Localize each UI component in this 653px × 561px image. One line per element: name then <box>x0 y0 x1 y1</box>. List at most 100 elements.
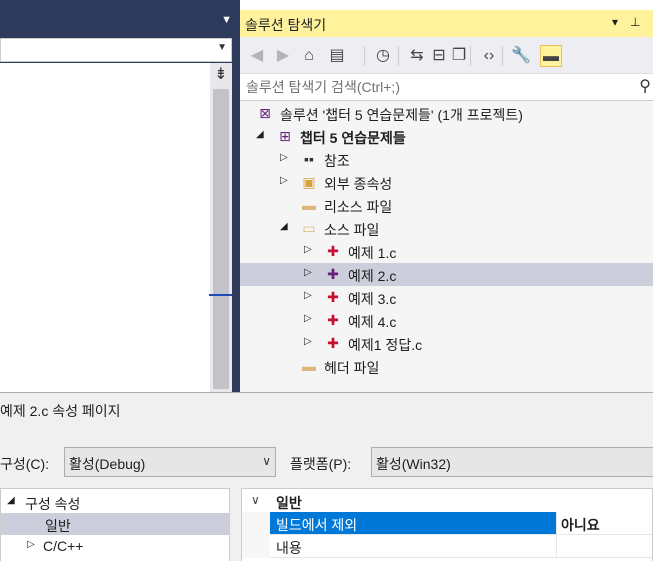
tree-item-label: 솔루션 '챕터 5 연습문제들' (1개 프로젝트) <box>280 107 523 123</box>
c-file-excluded-icon: ✚ <box>327 335 339 351</box>
search-icon[interactable]: ⚲ <box>639 76 651 96</box>
dialog-title: 예제 2.c 속성 페이지 <box>0 403 121 419</box>
tree-item-label: C/C++ <box>43 538 84 554</box>
property-name: 내용 <box>270 535 556 558</box>
show-all-files-icon[interactable]: ❐ <box>448 45 470 67</box>
tree-item[interactable]: ▷ ✚ 예제 4.c <box>240 309 653 332</box>
tree-item-label: 외부 종속성 <box>324 176 393 192</box>
toolbar-separator <box>398 46 399 66</box>
collapsed-triangle-icon[interactable]: ▷ <box>304 244 312 255</box>
tree-item[interactable]: ▷ ✚ 예제1 정답.c <box>240 332 653 355</box>
collapse-all-icon[interactable]: ⊟ <box>428 45 450 67</box>
switch-views-icon[interactable]: ▤ <box>326 45 348 67</box>
tree-item-label: 구성 속성 <box>25 496 81 512</box>
c-file-excluded-icon: ✚ <box>327 312 339 328</box>
property-category-tree: ◢ 구성 속성 일반 ▷ C/C++ <box>0 488 230 561</box>
configuration-label: 구성(C): <box>0 456 50 472</box>
collapsed-triangle-icon[interactable]: ▷ <box>280 152 288 163</box>
forward-icon[interactable]: ▶ <box>272 45 294 67</box>
configuration-select[interactable]: 활성(Debug) ∨ <box>64 447 276 477</box>
platform-select[interactable]: 활성(Win32) <box>371 447 653 477</box>
expanded-triangle-icon[interactable]: ◢ <box>7 495 15 506</box>
collapsed-triangle-icon[interactable]: ▷ <box>304 290 312 301</box>
collapsed-triangle-icon[interactable]: ▷ <box>27 539 35 550</box>
chevron-down-icon[interactable]: ∨ <box>251 493 260 507</box>
pane-divider[interactable] <box>232 0 240 392</box>
history-icon[interactable]: ◷ <box>372 45 394 67</box>
tree-item-general[interactable]: 일반 <box>1 513 229 535</box>
solution-explorer-toolbar: ◀ ▶ ⌂ ▤ ◷ ⇆ ⊟ ❐ ‹› 🔧 ▬ <box>240 37 653 74</box>
property-row-exclude-from-build[interactable]: 빌드에서 제외 아니요 <box>242 512 652 535</box>
property-row-content[interactable]: 내용 <box>242 535 652 558</box>
row-gutter <box>242 512 270 535</box>
c-file-icon: ✚ <box>327 266 339 282</box>
chevron-down-icon[interactable]: ▼ <box>217 42 227 53</box>
expanded-triangle-icon[interactable]: ◢ <box>280 221 288 232</box>
toolbar-separator <box>502 46 503 66</box>
tree-item[interactable]: ⊠ 솔루션 '챕터 5 연습문제들' (1개 프로젝트) <box>240 102 653 125</box>
toolbar-separator <box>364 46 365 66</box>
collapsed-triangle-icon[interactable]: ▷ <box>280 175 288 186</box>
tree-item-label: 예제 3.c <box>348 291 397 307</box>
expanded-triangle-icon[interactable]: ◢ <box>256 129 264 140</box>
collapsed-triangle-icon[interactable]: ▷ <box>304 313 312 324</box>
solution-explorer-search: ⚲ <box>240 74 653 101</box>
code-editor[interactable] <box>0 63 210 392</box>
property-value[interactable] <box>556 535 652 558</box>
editor-pane: ▼ ▼ ⇟ <box>0 0 240 392</box>
scrollbar-thumb[interactable] <box>213 89 229 389</box>
view-code-icon[interactable]: ‹› <box>478 45 500 67</box>
tree-item[interactable]: ◢ ▭ 소스 파일 <box>240 217 653 240</box>
tree-item[interactable]: ▷ ✚ 예제 1.c <box>240 240 653 263</box>
dropdown-icon[interactable]: ▾ <box>612 15 618 29</box>
grid-category-general[interactable]: ∨ 일반 <box>242 490 652 512</box>
tree-item-c-cpp[interactable]: ▷ C/C++ <box>1 535 229 557</box>
back-icon[interactable]: ◀ <box>246 45 268 67</box>
tree-item-label: 참조 <box>324 153 350 169</box>
platform-label: 플랫폼(P): <box>290 456 352 472</box>
solution-explorer-title-bar: 솔루션 탐색기 ▾ ⊥ <box>240 10 653 37</box>
folder-icon: ▬ <box>302 358 316 374</box>
editor-navigation-bar[interactable]: ▼ <box>0 38 232 62</box>
properties-icon[interactable]: 🔧 <box>510 45 532 67</box>
tree-item-label: 리소스 파일 <box>324 199 393 215</box>
sync-icon[interactable]: ⇆ <box>406 45 428 67</box>
tree-item[interactable]: ▷ ▣ 외부 종속성 <box>240 171 653 194</box>
property-name: 빌드에서 제외 <box>270 512 556 535</box>
editor-vertical-scrollbar[interactable]: ⇟ <box>210 63 232 392</box>
solution-icon: ⊠ <box>259 105 271 121</box>
preview-icon[interactable]: ▬ <box>540 45 562 67</box>
folder-icon: ▬ <box>302 197 316 213</box>
c-file-excluded-icon: ✚ <box>327 243 339 259</box>
home-icon[interactable]: ⌂ <box>298 45 320 67</box>
c-file-excluded-icon: ✚ <box>327 289 339 305</box>
splitter-icon[interactable]: ⇟ <box>213 67 229 84</box>
chevron-down-icon: ∨ <box>262 454 271 468</box>
tree-item-label: 예제 4.c <box>348 314 397 330</box>
property-value[interactable]: 아니요 <box>556 512 652 535</box>
collapsed-triangle-icon[interactable]: ▷ <box>304 336 312 347</box>
configuration-row: 구성(C): 활성(Debug) ∨ 플랫폼(P): 활성(Win32) <box>0 447 653 479</box>
tree-item[interactable]: ▬ 헤더 파일 <box>240 355 653 378</box>
search-input[interactable] <box>246 77 616 97</box>
references-icon: ▪▪ <box>304 151 314 167</box>
project-icon: ⊞ <box>279 128 291 144</box>
editor-tab-strip: ▼ <box>0 0 240 36</box>
tree-item[interactable]: ▬ 리소스 파일 <box>240 194 653 217</box>
pin-icon[interactable]: ⊥ <box>630 15 640 29</box>
scrollbar-caret-marker <box>209 294 232 296</box>
tree-item[interactable]: ◢ ⊞ 챕터 5 연습문제들 <box>240 125 653 148</box>
tree-item[interactable]: ▷ ▪▪ 참조 <box>240 148 653 171</box>
collapsed-triangle-icon[interactable]: ▷ <box>304 267 312 278</box>
tree-item-config-properties[interactable]: ◢ 구성 속성 <box>1 491 229 513</box>
external-deps-icon: ▣ <box>302 174 316 190</box>
tree-item[interactable]: ▷ ✚ 예제 3.c <box>240 286 653 309</box>
configuration-value: 활성(Debug) <box>69 456 146 472</box>
tree-item-label: 예제 2.c <box>348 268 397 284</box>
tree-item-label: 헤더 파일 <box>324 360 380 376</box>
solution-tree: ⊠ 솔루션 '챕터 5 연습문제들' (1개 프로젝트) ◢ ⊞ 챕터 5 연습문제들 ▷… <box>240 102 653 392</box>
chevron-down-icon[interactable]: ▼ <box>221 14 232 26</box>
tree-item[interactable]: ▷ ✚ 예제 2.c <box>240 263 653 286</box>
tree-item-label: 챕터 5 연습문제들 <box>300 130 406 146</box>
property-page-dialog: 예제 2.c 속성 페이지 구성(C): 활성(Debug) ∨ 플랫폼(P):… <box>0 392 653 561</box>
